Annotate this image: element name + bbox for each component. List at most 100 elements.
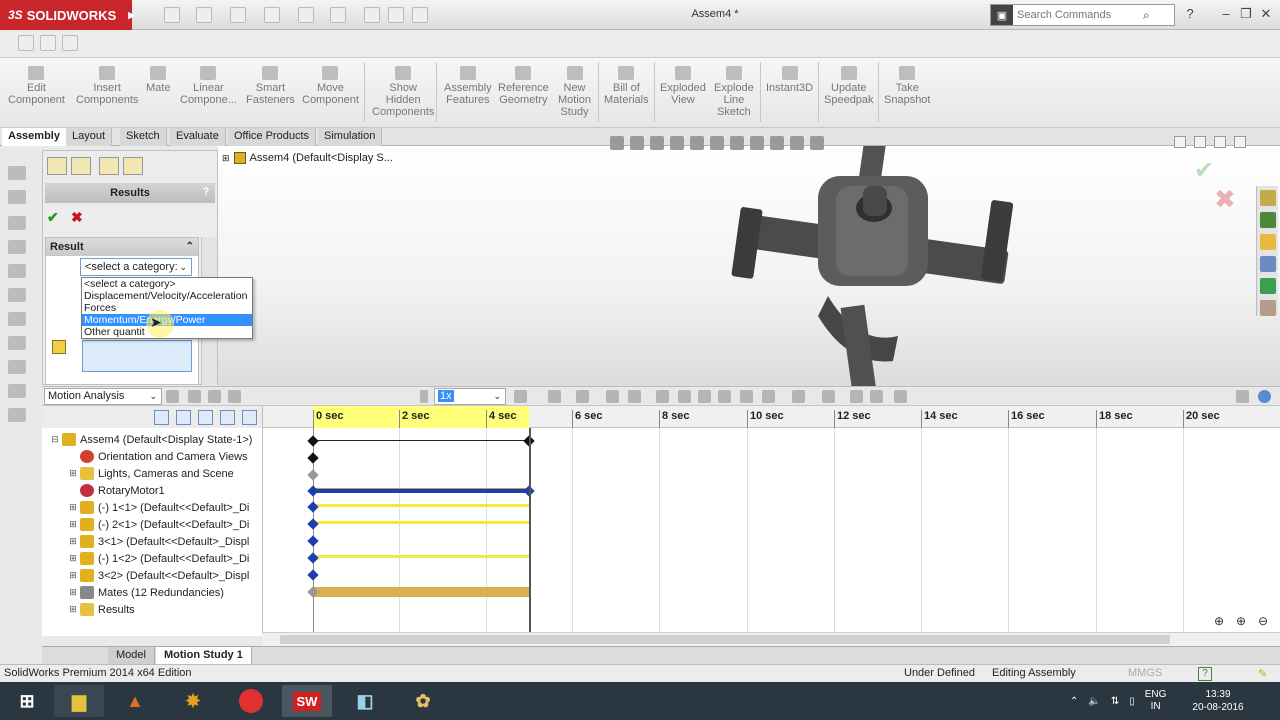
graphics-area[interactable]: ⊞ Assem4 (Default<Display S... ✔ ✖ [218, 136, 1280, 386]
tree-row-rotary-motor[interactable]: RotaryMotor1 [68, 482, 288, 499]
category-option[interactable]: <select a category> [82, 278, 252, 290]
motor-icon[interactable] [656, 390, 669, 403]
mates-track[interactable] [313, 587, 529, 597]
expand-icon[interactable]: ⊞ [68, 570, 78, 581]
universal-joint-model[interactable] [718, 146, 1018, 386]
expand-icon[interactable]: ⊞ [68, 468, 78, 479]
expand-icon[interactable]: ⊞ [68, 519, 78, 530]
category-option[interactable]: Displacement/Velocity/Acceleration [82, 290, 252, 302]
damper-icon[interactable] [698, 390, 711, 403]
tree-row-results[interactable]: ⊞ Results [68, 601, 288, 618]
configuration-manager-tab-icon[interactable] [99, 157, 119, 175]
help-icon[interactable]: ? [199, 185, 213, 199]
collapse-icon[interactable]: ⊟ [50, 434, 60, 445]
recorder-icon[interactable] [226, 685, 276, 717]
zoom-to-area-icon[interactable] [630, 136, 644, 150]
tab-office-products[interactable]: Office Products [228, 128, 316, 146]
confirmation-ok-icon[interactable]: ✔ [1194, 156, 1214, 185]
zoom-out-icon[interactable]: ⊖ [1258, 614, 1272, 628]
restore-icon[interactable]: ❐ [1238, 6, 1254, 22]
gravity-icon[interactable] [762, 390, 775, 403]
orientation-key[interactable] [307, 452, 319, 464]
playback-slider[interactable] [420, 390, 428, 403]
confirmation-cancel-icon[interactable]: ✖ [1214, 184, 1236, 215]
tab-layout[interactable]: Layout [66, 128, 113, 146]
current-time-bar[interactable] [529, 428, 531, 636]
units-system[interactable]: MMGS [1128, 665, 1162, 682]
tree-row-part[interactable]: ⊞ (-) 1<1> (Default<<Default>_Di [68, 499, 288, 516]
design-library-icon[interactable] [1260, 212, 1276, 228]
collapse-icon[interactable]: ⌃ [186, 238, 194, 256]
search-input[interactable] [1013, 9, 1143, 21]
close-icon[interactable]: ✕ [1258, 6, 1274, 22]
menu-arrow-icon[interactable]: ▶ [128, 10, 135, 21]
new-document-icon[interactable] [164, 7, 180, 23]
tree-row-part[interactable]: ⊞ 3<1> (Default<<Default>_Displ [68, 533, 288, 550]
tree-row-mates[interactable]: ⊞ Mates (12 Redundancies) [68, 584, 288, 601]
restore-icon[interactable] [1214, 136, 1226, 148]
open-icon[interactable] [196, 7, 212, 23]
calculate-icon[interactable] [166, 390, 179, 403]
spring-icon[interactable] [678, 390, 691, 403]
app-icon[interactable]: ◧ [340, 685, 390, 717]
options-icon[interactable] [412, 7, 428, 23]
select-icon[interactable] [330, 7, 346, 23]
scrollbar-thumb[interactable] [280, 635, 1170, 644]
update-speedpak-button[interactable]: Update Speedpak [824, 82, 874, 106]
toolbar-tool-icon[interactable] [8, 288, 26, 302]
toolbar-tool-icon[interactable] [8, 336, 26, 350]
time-ruler[interactable]: 0 sec 2 sec 4 sec 6 sec 8 sec 10 sec 12 … [263, 406, 1280, 428]
motion-timeline[interactable]: 0 sec 2 sec 4 sec 6 sec 8 sec 10 sec 12 … [262, 406, 1280, 636]
toolbar-tool-icon[interactable] [8, 240, 26, 254]
component-key[interactable] [307, 569, 319, 581]
minimize-icon[interactable]: – [1218, 6, 1234, 22]
previous-view-icon[interactable] [650, 136, 664, 150]
solidworks-resources-icon[interactable] [1260, 190, 1276, 206]
language-indicator[interactable]: ENG IN [1145, 689, 1167, 713]
notification-icon[interactable]: ✎ [1258, 666, 1267, 683]
filter-results-icon[interactable] [220, 410, 235, 425]
assembly-track[interactable] [313, 440, 529, 441]
motion-study-properties-icon[interactable] [822, 390, 835, 403]
custom-properties-icon[interactable] [1260, 300, 1276, 316]
lights-key[interactable] [307, 469, 319, 481]
autokey-icon[interactable] [606, 390, 619, 403]
expand-icon[interactable]: ⊞ [68, 502, 78, 513]
reference-geometry-button[interactable]: Reference Geometry [498, 82, 549, 106]
file-explorer-icon[interactable]: ▆ [54, 685, 104, 717]
tree-row-part[interactable]: ⊞ (-) 1<2> (Default<<Default>_Di [68, 550, 288, 567]
add-key-icon[interactable] [628, 390, 641, 403]
toggle-panel-icon[interactable] [1236, 390, 1249, 403]
network-icon[interactable]: ⇅ [1111, 696, 1119, 707]
export-icon[interactable] [870, 390, 883, 403]
file-properties-icon[interactable] [388, 7, 404, 23]
zoom-in-icon[interactable]: ⊕ [1236, 614, 1250, 628]
tab-evaluate[interactable]: Evaluate [170, 128, 226, 146]
display-manager-tab-icon[interactable] [123, 157, 143, 175]
toolbar-tool-icon[interactable] [8, 166, 26, 180]
take-snapshot-button[interactable]: Take Snapshot [884, 82, 930, 106]
results-and-plots-icon[interactable] [792, 390, 805, 403]
tab-assembly[interactable]: Assembly [2, 128, 67, 146]
component-track[interactable] [313, 555, 529, 558]
solidworks-logo[interactable]: 3S SOLIDWORKS ▶ [0, 0, 135, 30]
view-palette-icon[interactable] [1260, 256, 1276, 272]
animation-wizard-icon[interactable] [576, 390, 589, 403]
battery-icon[interactable]: ▯ [1129, 696, 1135, 707]
filter-animated-icon[interactable] [154, 410, 169, 425]
result-group-header[interactable]: Result ⌃ [46, 238, 198, 256]
help-icon[interactable]: ? [1198, 667, 1212, 681]
playback-speed-select[interactable]: 1x ⌄ [434, 388, 506, 405]
edit-component-button[interactable]: Edit Component [8, 82, 65, 106]
contact-icon[interactable] [740, 390, 753, 403]
cancel-button[interactable]: ✖ [71, 209, 83, 226]
toolbar-tool-icon[interactable] [8, 216, 26, 230]
assembly-features-button[interactable]: Assembly Features [444, 82, 492, 106]
study-type-select[interactable]: Motion Analysis ⌄ [44, 388, 162, 405]
tree-row-part[interactable]: ⊞ (-) 2<1> (Default<<Default>_Di [68, 516, 288, 533]
property-manager-tab-icon[interactable] [71, 157, 91, 175]
category-select[interactable]: <select a category: ⌄ [80, 258, 192, 276]
tab-motion-study[interactable]: Motion Study 1 [156, 647, 252, 665]
toolbar-tool-icon[interactable] [8, 312, 26, 326]
collapse-chevron-icon[interactable] [1258, 390, 1271, 403]
